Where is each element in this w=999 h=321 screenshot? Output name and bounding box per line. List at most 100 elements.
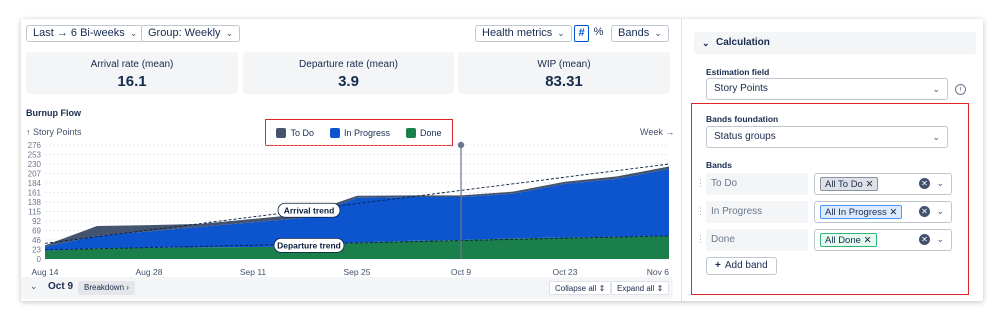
legend-swatch: [329, 127, 340, 138]
estimation-field-label: Estimation field: [706, 67, 770, 77]
percent-values-toggle[interactable]: %: [591, 25, 606, 42]
chevron-down-icon[interactable]: ⌄: [30, 281, 38, 292]
legend-item-todo[interactable]: To Do: [276, 127, 314, 138]
calculation-section-header[interactable]: ⌄ Calculation: [694, 32, 976, 54]
bands-foundation-select[interactable]: Status groups ⌄: [706, 126, 948, 148]
band-row-todo: ⋮⋮ To Do All To Do ✕ ✕ ⌄: [696, 173, 966, 195]
band-row-in-progress: ⋮⋮ In Progress All In Progress ✕ ✕ ⌄: [696, 201, 966, 223]
chevron-down-icon: ⌄: [702, 38, 710, 48]
app-frame: Last → 6 Bi-weeks ⌄ Group: Weekly ⌄ Health…: [21, 19, 983, 301]
y-tick-label: 276: [28, 141, 42, 150]
expand-label: Expand all: [617, 284, 655, 293]
chevron-down-icon: ⌄: [936, 178, 944, 188]
chevron-down-icon: ⌄: [932, 132, 940, 142]
band-status-select[interactable]: All To Do ✕ ✕ ⌄: [814, 173, 952, 195]
legend-label: In Progress: [343, 127, 391, 138]
status-chip: All To Do ✕: [820, 177, 879, 191]
legend-item-done[interactable]: Done: [406, 127, 442, 138]
expand-all-button[interactable]: Expand all ⇕: [611, 281, 670, 295]
add-band-label: Add band: [724, 260, 768, 271]
chevron-down-icon: ⌄: [936, 234, 944, 244]
chip-label: All Done: [825, 235, 861, 246]
legend-label: Done: [420, 127, 442, 138]
date-marker-handle: [457, 141, 465, 149]
legend-item-in-progress[interactable]: In Progress: [329, 127, 391, 138]
bands-foundation-label: Bands foundation: [706, 114, 779, 124]
band-name-input[interactable]: To Do: [706, 173, 808, 195]
metric-label: WIP (mean): [537, 59, 591, 70]
band-status-select[interactable]: All Done ✕ ✕ ⌄: [814, 229, 952, 251]
metric-value: 83.31: [545, 73, 583, 90]
chip-label: All To Do: [825, 179, 863, 190]
remove-chip-icon[interactable]: ✕: [889, 207, 897, 218]
x-tick-label: Aug 14: [32, 267, 59, 277]
breakdown-button[interactable]: Breakdown ›: [78, 281, 135, 295]
x-tick-label: Sep 11: [240, 267, 267, 277]
band-row-done: ⋮⋮ Done All Done ✕ ✕ ⌄: [696, 229, 966, 251]
selected-date: Oct 9: [48, 281, 74, 292]
settings-panel: ⌄ Calculation Estimation field Story Poi…: [681, 19, 983, 301]
estimation-field-select[interactable]: Story Points ⌄: [706, 78, 948, 100]
chevron-down-icon: ⌄: [936, 206, 944, 216]
y-tick-label: 161: [28, 189, 42, 198]
health-label: Health metrics: [482, 27, 553, 39]
burnup-flow-chart[interactable]: 023466992115138161184207230253276 Arrival…: [21, 137, 681, 277]
band-name-input[interactable]: Done: [706, 229, 808, 251]
info-icon[interactable]: i: [955, 84, 966, 95]
trend-label: Arrival trend: [284, 205, 335, 215]
y-tick-label: 0: [37, 255, 42, 264]
clear-icon[interactable]: ✕: [919, 178, 930, 189]
bands-dropdown[interactable]: Bands ⌄: [611, 25, 669, 42]
y-tick-label: 69: [32, 227, 41, 236]
legend-swatch: [406, 127, 417, 138]
arrival-rate-card: Arrival rate (mean) 16.1: [26, 52, 238, 94]
bands-label: Bands: [706, 160, 732, 170]
x-tick-label: Sep 25: [344, 267, 371, 277]
wip-card: WIP (mean) 83.31: [458, 52, 670, 94]
chevron-down-icon: ⌄: [654, 28, 662, 38]
breakdown-label: Breakdown: [84, 283, 125, 292]
metric-value: 3.9: [338, 73, 359, 90]
x-tick-label: Aug 28: [136, 267, 163, 277]
y-tick-label: 138: [28, 198, 42, 207]
range-dropdown[interactable]: Last → 6 Bi-weeks ⌄: [26, 25, 145, 42]
y-tick-label: 92: [32, 217, 41, 226]
chevron-down-icon: ⌄: [129, 28, 138, 38]
trend-label: Departure trend: [277, 240, 341, 250]
y-tick-label: 46: [32, 236, 41, 245]
health-metrics-dropdown[interactable]: Health metrics ⌄: [475, 25, 572, 42]
collapse-all-button[interactable]: Collapse all ⇕: [549, 281, 612, 295]
y-tick-label: 230: [28, 160, 42, 169]
remove-chip-icon[interactable]: ✕: [865, 179, 873, 190]
section-title: Calculation: [716, 37, 770, 48]
remove-chip-icon[interactable]: ✕: [864, 235, 872, 246]
clear-icon[interactable]: ✕: [919, 234, 930, 245]
plus-icon: +: [715, 260, 721, 271]
x-tick-label: Nov 6: [647, 267, 669, 277]
y-tick-label: 253: [28, 151, 42, 160]
chevron-down-icon: ⌄: [557, 28, 565, 38]
burnup-report: Last → 6 Bi-weeks ⌄ Group: Weekly ⌄ Health…: [21, 19, 681, 301]
group-dropdown[interactable]: Group: Weekly ⌄: [141, 25, 241, 42]
x-tick-label: Oct 9: [451, 267, 472, 277]
metric-label: Arrival rate (mean): [90, 59, 174, 70]
y-tick-label: 207: [28, 170, 42, 179]
status-chip: All In Progress ✕: [820, 205, 903, 219]
legend-label: To Do: [290, 127, 314, 138]
y-tick-label: 23: [32, 246, 41, 255]
group-label: Group: Weekly: [148, 27, 221, 39]
collapse-label: Collapse all: [555, 284, 597, 293]
x-tick-label: Oct 23: [552, 267, 577, 277]
chevron-down-icon: ⌄: [932, 84, 940, 94]
legend-swatch: [276, 127, 287, 138]
band-status-select[interactable]: All In Progress ✕ ✕ ⌄: [814, 201, 952, 223]
band-name-input[interactable]: In Progress: [706, 201, 808, 223]
chip-label: All In Progress: [825, 207, 887, 218]
departure-rate-card: Departure rate (mean) 3.9: [243, 52, 454, 94]
estimation-value: Story Points: [714, 83, 768, 94]
chevron-down-icon: ⌄: [225, 28, 234, 38]
absolute-values-toggle[interactable]: #: [574, 25, 589, 42]
clear-icon[interactable]: ✕: [919, 206, 930, 217]
add-band-button[interactable]: + Add band: [706, 257, 777, 275]
foundation-value: Status groups: [714, 131, 776, 142]
